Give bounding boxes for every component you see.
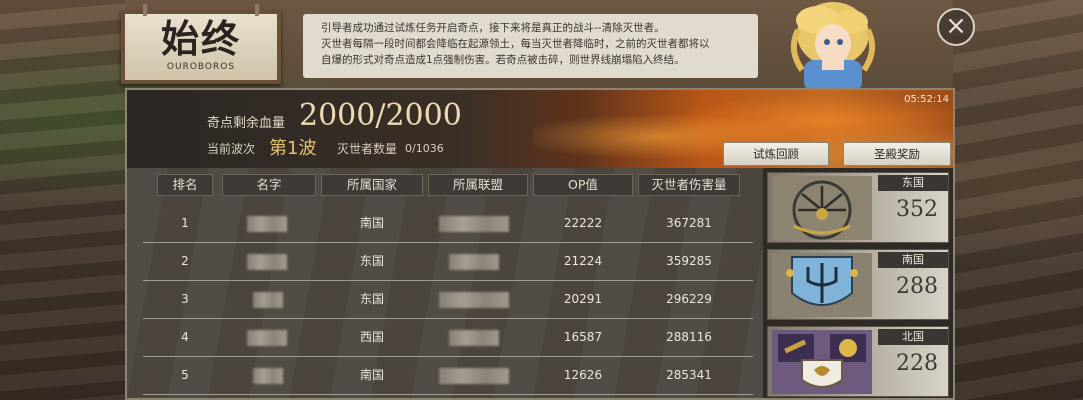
background-left (0, 0, 125, 400)
background-right (953, 0, 1083, 400)
close-button[interactable]: × (937, 8, 975, 46)
header-op[interactable]: OP值 (533, 174, 633, 196)
row-rank: 4 (181, 330, 189, 344)
temple-reward-button[interactable]: 圣殿奖励 (843, 142, 951, 166)
row-damage: 367281 (666, 216, 712, 230)
faction-count: 228 (896, 351, 938, 376)
table-row[interactable]: 3 东国 20291 296229 (143, 280, 753, 319)
faction-count: 288 (896, 274, 938, 299)
row-damage: 359285 (666, 254, 712, 268)
table-row[interactable]: 1 南国 22222 367281 (143, 204, 753, 243)
guide-character-portrait (790, 2, 876, 92)
redacted-alliance (439, 216, 509, 232)
row-rank: 1 (181, 216, 189, 230)
faction-name: 北国 (878, 329, 948, 345)
redacted-name (247, 254, 287, 270)
faction-card-east[interactable]: 东国 352 (767, 172, 949, 243)
table-row[interactable]: 4 西国 16587 288116 (143, 318, 753, 357)
trident-emblem-icon (772, 253, 872, 317)
intro-line-1: 引导者成功通过试炼任务开启奇点，接下来将是真正的战斗--清除灭世者。 (321, 22, 665, 34)
faction-count: 352 (896, 197, 938, 222)
redacted-name (253, 368, 283, 384)
singularity-hp-value: 2000/2000 (299, 98, 462, 133)
row-country: 南国 (359, 368, 384, 382)
redacted-alliance (449, 330, 499, 346)
chrysanthemum-emblem-icon (772, 176, 872, 240)
page-subtitle: OUROBOROS (166, 62, 236, 72)
header-rank[interactable]: 排名 (157, 174, 213, 196)
row-damage: 285341 (666, 368, 712, 382)
redacted-name (247, 216, 287, 232)
row-country: 东国 (359, 292, 384, 306)
row-rank: 5 (181, 368, 189, 382)
row-country: 南国 (359, 216, 384, 230)
intro-dialog: 引导者成功通过试炼任务开启奇点，接下来将是真正的战斗--清除灭世者。 灭世者每隔… (303, 14, 758, 78)
chain-right (255, 4, 259, 16)
slayer-count-label: 灭世者数量 (337, 142, 398, 156)
row-op: 21224 (563, 254, 603, 268)
row-op: 22222 (563, 216, 603, 230)
wave-label: 当前波次 (207, 142, 256, 156)
singularity-hp-label: 奇点剩余血量 (207, 116, 286, 131)
row-op: 12626 (563, 368, 603, 382)
intro-line-2: 灭世者每隔一段时间都会降临在起源领土，每当灭世者降临时，之前的灭世者都将以 (321, 38, 710, 50)
row-rank: 3 (181, 292, 189, 306)
status-banner: 05:52:14 奇点剩余血量 2000/2000 当前波次 第1波 灭世者数量… (127, 90, 953, 168)
header-damage[interactable]: 灭世者伤害量 (638, 174, 740, 196)
row-damage: 288116 (666, 330, 712, 344)
title-plaque: 始终 OUROBOROS (121, 4, 281, 84)
ranking-table: 排名 名字 所属国家 所属联盟 OP值 灭世者伤害量 1 南国 22222 36… (127, 168, 763, 398)
page-title: 始终 (160, 16, 241, 61)
table-row[interactable]: 5 南国 12626 285341 (143, 356, 753, 395)
redacted-name (253, 292, 283, 308)
redacted-alliance (439, 292, 509, 308)
main-panel: 05:52:14 奇点剩余血量 2000/2000 当前波次 第1波 灭世者数量… (125, 88, 955, 400)
header-alliance[interactable]: 所属联盟 (428, 174, 528, 196)
chain-left (143, 4, 147, 16)
header-country[interactable]: 所属国家 (321, 174, 423, 196)
faction-card-north[interactable]: 北国 228 (767, 326, 949, 397)
faction-name: 南国 (878, 252, 948, 268)
trial-review-button[interactable]: 试炼回顾 (723, 142, 829, 166)
row-country: 东国 (359, 254, 384, 268)
header-name[interactable]: 名字 (222, 174, 316, 196)
table-row[interactable]: 2 东国 21224 359285 (143, 242, 753, 281)
row-rank: 2 (181, 254, 189, 268)
sun-shield-emblem-icon (772, 330, 872, 394)
table-header: 排名 名字 所属国家 所属联盟 OP值 灭世者伤害量 (127, 174, 763, 196)
intro-line-3: 自爆的形式对奇点造成1点强制伤害。若奇点被击碎，则世界线崩塌陷入终结。 (321, 54, 685, 66)
faction-card-south[interactable]: 南国 288 (767, 249, 949, 320)
slayer-count-value: 0/1036 (405, 142, 444, 155)
row-op: 20291 (563, 292, 603, 306)
countdown-timer: 05:52:14 (904, 94, 949, 105)
row-op: 16587 (563, 330, 603, 344)
redacted-name (247, 330, 287, 346)
redacted-alliance (449, 254, 499, 270)
wave-value: 第1波 (269, 138, 317, 159)
row-damage: 296229 (666, 292, 712, 306)
redacted-alliance (439, 368, 509, 384)
faction-name: 东国 (878, 175, 948, 191)
row-country: 西国 (359, 330, 384, 344)
